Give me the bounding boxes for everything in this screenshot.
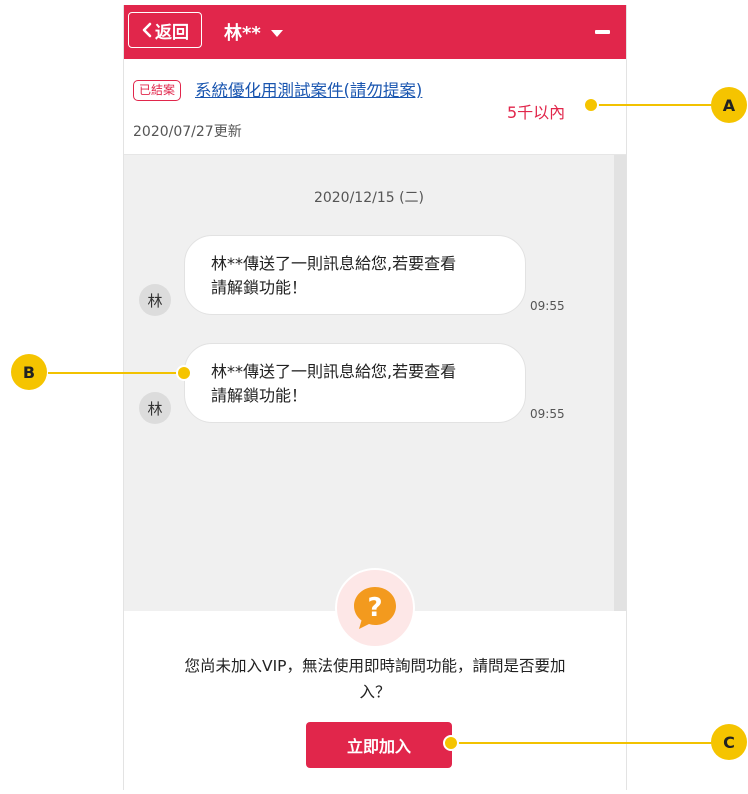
minimize-icon[interactable]: [595, 30, 610, 34]
message-time: 09:55: [530, 407, 565, 421]
chevron-left-icon: [142, 22, 152, 38]
avatar: 林: [139, 392, 171, 424]
vip-message-line: 您尚未加入VIP，無法使用即時詢問功能，請問是否要加: [184, 657, 566, 675]
status-badge: 已結案: [133, 80, 182, 101]
avatar: 林: [139, 284, 171, 316]
caret-down-icon: [270, 30, 283, 37]
callout-dot-b: [176, 365, 192, 381]
vip-message: 您尚未加入VIP，無法使用即時詢問功能，請問是否要加 入？: [144, 653, 606, 705]
vip-message-line: 入？: [359, 683, 391, 701]
message-row: 林 林**傳送了一則訊息給您,若要查看 請解鎖功能！ 09:55: [124, 343, 614, 433]
budget-label: 5千以內: [507, 103, 566, 122]
updated-date: 2020/07/27更新: [133, 124, 242, 140]
message-text-line: 林**傳送了一則訊息給您,若要查看: [211, 254, 457, 273]
chat-contact-name: 林**: [224, 23, 261, 44]
scrollbar[interactable]: [614, 155, 626, 615]
message-text-line: 請解鎖功能！: [211, 278, 308, 297]
callout-label-b: B: [11, 354, 47, 390]
callout-line-c: [452, 742, 714, 744]
back-button[interactable]: 返回: [128, 12, 202, 48]
chat-header: 返回 林**: [124, 5, 626, 59]
message-time: 09:55: [530, 299, 565, 313]
question-bubble-icon: ?: [335, 568, 415, 648]
callout-line-b: [48, 372, 184, 374]
callout-dot-a: [583, 97, 599, 113]
date-divider: 2020/12/15 (二): [313, 190, 425, 206]
join-vip-button[interactable]: 立即加入: [306, 722, 452, 768]
message-bubble: 林**傳送了一則訊息給您,若要查看 請解鎖功能！: [184, 343, 526, 423]
callout-line-a: [592, 104, 712, 106]
callout-label-c: C: [711, 724, 747, 760]
back-label: 返回: [155, 22, 189, 43]
message-bubble: 林**傳送了一則訊息給您,若要查看 請解鎖功能！: [184, 235, 526, 315]
case-info: 已結案 系統優化用測試案件(請勿提案) 5千以內 2020/07/27更新: [124, 59, 626, 155]
message-text-line: 林**傳送了一則訊息給您,若要查看: [211, 362, 457, 381]
callout-label-a: A: [711, 87, 747, 123]
case-title-link[interactable]: 系統優化用測試案件(請勿提案): [195, 77, 422, 101]
svg-text:?: ?: [367, 593, 382, 623]
message-row: 林 林**傳送了一則訊息給您,若要查看 請解鎖功能！ 09:55: [124, 235, 614, 325]
chat-panel: 返回 林** 已結案 系統優化用測試案件(請勿提案) 5千以內 2020/07/…: [123, 5, 627, 790]
message-text-line: 請解鎖功能！: [211, 386, 308, 405]
question-icon: ?: [354, 587, 396, 629]
chat-contact-dropdown[interactable]: 林**: [224, 19, 283, 45]
callout-dot-c: [443, 735, 459, 751]
